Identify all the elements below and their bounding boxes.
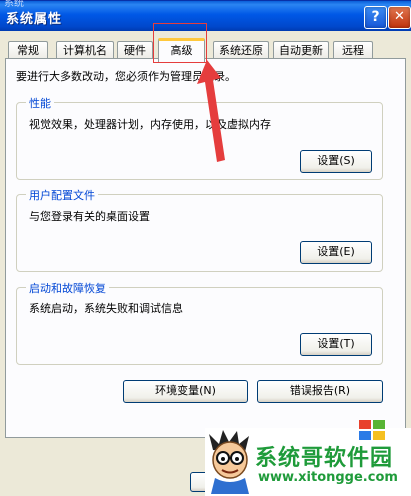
tab-system-restore[interactable]: 系统还原: [213, 41, 269, 59]
performance-legend: 性能: [26, 95, 54, 111]
startup-recovery-settings-button[interactable]: 设置(T): [300, 333, 372, 356]
help-button[interactable]: ?: [364, 6, 387, 29]
annotation-arrow-icon: [197, 60, 225, 162]
performance-settings-button[interactable]: 设置(S): [300, 150, 372, 173]
windows-logo-icon: [359, 420, 385, 440]
tab-computer-name[interactable]: 计算机名: [56, 41, 114, 59]
tab-hardware[interactable]: 硬件: [117, 41, 153, 59]
tab-general[interactable]: 常规: [8, 41, 48, 59]
close-button[interactable]: ✕: [388, 6, 411, 29]
mascot-logo: [209, 430, 249, 494]
highlight-box: [153, 23, 207, 63]
user-profiles-legend: 用户配置文件: [26, 187, 98, 203]
error-reporting-button[interactable]: 错误报告(R): [257, 380, 383, 403]
tab-remote[interactable]: 远程: [333, 41, 373, 59]
startup-recovery-legend: 启动和故障恢复: [26, 280, 109, 296]
window-title: 系统属性: [6, 12, 63, 27]
startup-recovery-description: 系统启动，系统失败和调试信息: [29, 302, 183, 315]
tab-auto-update[interactable]: 自动更新: [273, 41, 329, 59]
watermark-title: 系统哥软件园: [255, 446, 394, 471]
user-profiles-description: 与您登录有关的桌面设置: [29, 210, 150, 223]
watermark-url: www.xitongge.com: [258, 470, 398, 485]
environment-variables-button[interactable]: 环境变量(N): [123, 380, 248, 403]
user-profiles-settings-button[interactable]: 设置(E): [300, 241, 372, 264]
